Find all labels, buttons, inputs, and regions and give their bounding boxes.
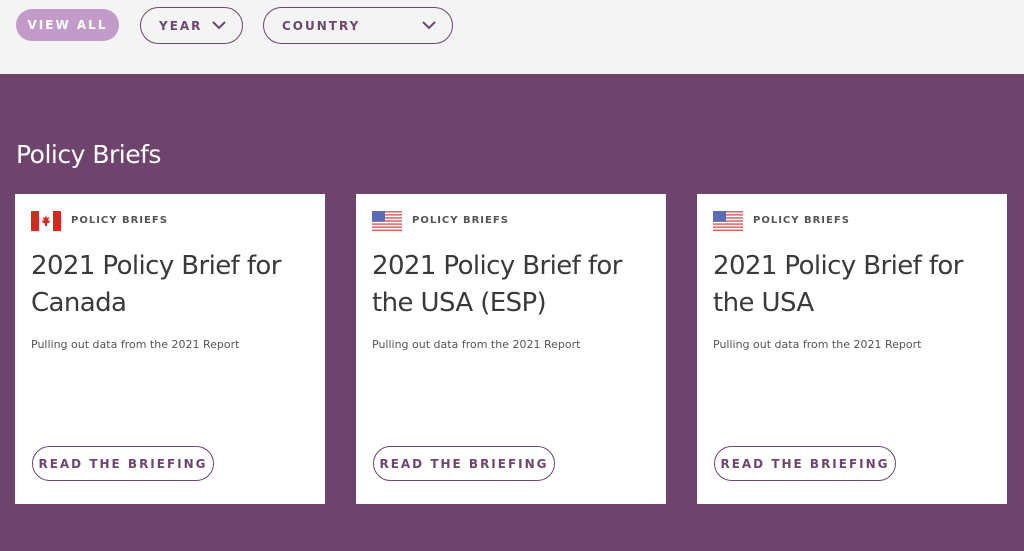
year-dropdown[interactable]: YEAR (140, 7, 243, 44)
brief-card[interactable]: POLICY BRIEFS 2021 Policy Brief for the … (697, 194, 1007, 504)
view-all-button[interactable]: VIEW ALL (16, 9, 119, 41)
card-category: POLICY BRIEFS (71, 215, 168, 226)
card-description: Pulling out data from the 2021 Report (372, 338, 581, 351)
chevron-down-icon (422, 21, 436, 30)
card-title[interactable]: 2021 Policy Brief for Canada (31, 248, 311, 322)
policy-briefs-section: Policy Briefs POLICY BRIEFS 2021 Policy … (0, 74, 1024, 551)
card-category: POLICY BRIEFS (753, 215, 850, 226)
chevron-down-icon (212, 21, 226, 30)
read-briefing-button[interactable]: READ THE BRIEFING (714, 446, 896, 481)
card-title[interactable]: 2021 Policy Brief for the USA (713, 248, 993, 322)
read-briefing-button[interactable]: READ THE BRIEFING (373, 446, 555, 481)
card-title[interactable]: 2021 Policy Brief for the USA (ESP) (372, 248, 652, 322)
country-dropdown[interactable]: COUNTRY (263, 7, 453, 44)
usa-flag-icon (372, 211, 402, 231)
card-category: POLICY BRIEFS (412, 215, 509, 226)
brief-card[interactable]: POLICY BRIEFS 2021 Policy Brief for the … (356, 194, 666, 504)
usa-flag-icon (713, 211, 743, 231)
canada-flag-icon (31, 211, 61, 231)
country-dropdown-label: COUNTRY (282, 18, 361, 33)
brief-card[interactable]: POLICY BRIEFS 2021 Policy Brief for Cana… (15, 194, 325, 504)
card-description: Pulling out data from the 2021 Report (713, 338, 922, 351)
card-description: Pulling out data from the 2021 Report (31, 338, 240, 351)
year-dropdown-label: YEAR (159, 18, 203, 33)
section-title: Policy Briefs (16, 140, 161, 169)
read-briefing-button[interactable]: READ THE BRIEFING (32, 446, 214, 481)
filter-bar: VIEW ALL YEAR COUNTRY (0, 0, 1024, 74)
